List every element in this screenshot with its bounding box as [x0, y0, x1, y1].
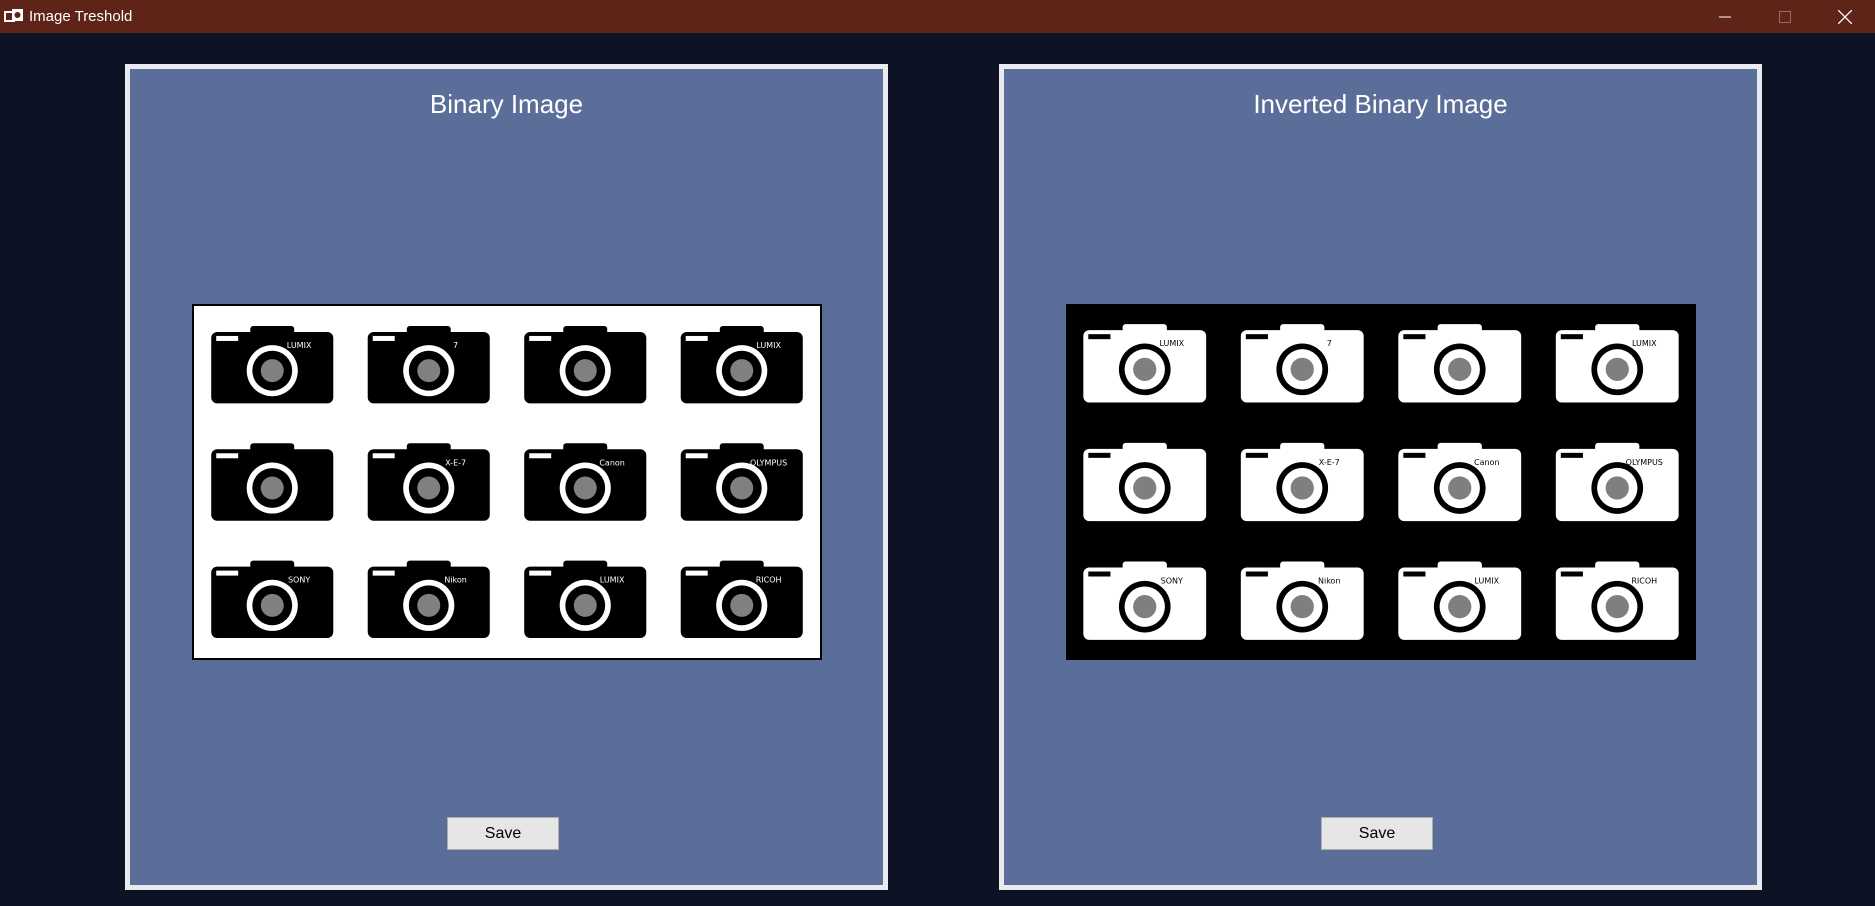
camera-thumbnail: Canon — [1398, 442, 1522, 522]
maximize-button[interactable] — [1755, 0, 1815, 33]
minimize-icon — [1719, 11, 1731, 23]
camera-brand-label: LUMIX — [756, 341, 781, 350]
camera-thumbnail: LUMIX — [680, 325, 803, 404]
camera-brand-label: OLYMPUS — [1626, 458, 1663, 467]
camera-brand-label: RICOH — [756, 576, 782, 585]
camera-thumbnail: SONY — [1083, 561, 1207, 640]
camera-thumbnail — [1398, 324, 1522, 403]
camera-thumbnail: RICOH — [680, 560, 803, 639]
camera-brand-label: 7 — [453, 341, 458, 350]
camera-thumbnail: OLYMPUS — [1555, 442, 1679, 522]
camera-thumbnail — [211, 443, 334, 521]
close-button[interactable] — [1815, 0, 1875, 33]
camera-thumbnail: RICOH — [1555, 561, 1679, 640]
camera-thumbnail — [1083, 442, 1207, 522]
window-title: Image Treshold — [29, 8, 133, 25]
camera-brand-label: Nikon — [444, 576, 467, 585]
save-binary-button[interactable]: Save — [447, 817, 559, 850]
camera-brand-label: X-E-7 — [445, 458, 466, 467]
camera-thumbnail: Canon — [524, 443, 647, 521]
camera-brand-label: Canon — [1474, 458, 1500, 467]
minimize-button[interactable] — [1695, 0, 1755, 33]
camera-brand-label: X-E-7 — [1319, 458, 1340, 467]
binary-image-canvas: LUMIX 7 LUMIX X-E-7 Canon OLYMPUS SONY Nikon LUM… — [192, 304, 822, 660]
camera-thumbnail: 7 — [367, 325, 490, 404]
camera-brand-label: Canon — [599, 458, 625, 467]
camera-brand-label: OLYMPUS — [750, 458, 787, 467]
binary-image: LUMIX 7 LUMIX X-E-7 Canon OLYMPUS SONY Nikon LUM… — [211, 325, 803, 639]
camera-thumbnail: LUMIX — [1083, 324, 1207, 403]
camera-thumbnail: LUMIX — [1555, 324, 1679, 403]
camera-brand-label: 7 — [1327, 339, 1332, 348]
camera-thumbnail: SONY — [211, 560, 334, 639]
maximize-icon — [1779, 10, 1791, 23]
camera-brand-label: SONY — [1161, 577, 1183, 586]
camera-thumbnail: LUMIX — [524, 560, 647, 639]
inverted-binary-image-panel: Inverted Binary Image LUMIX 7 LUMIX X-E-7 Ca… — [999, 64, 1762, 890]
camera-brand-label: LUMIX — [600, 576, 625, 585]
camera-brand-label: RICOH — [1631, 577, 1657, 586]
camera-brand-label: LUMIX — [1632, 339, 1657, 348]
save-inverted-button[interactable]: Save — [1321, 817, 1433, 850]
inverted-binary-image-canvas: LUMIX 7 LUMIX X-E-7 Canon OLYMPUS SONY Nikon LUM… — [1066, 304, 1696, 660]
camera-brand-label: LUMIX — [1474, 577, 1499, 586]
camera-brand-label: SONY — [288, 576, 310, 585]
binary-image-title: Binary Image — [429, 89, 584, 119]
camera-thumbnail: LUMIX — [211, 325, 334, 404]
camera-thumbnail: 7 — [1240, 324, 1364, 403]
camera-thumbnail: OLYMPUS — [680, 443, 803, 521]
image-app-icon — [4, 9, 24, 24]
close-icon — [1838, 9, 1852, 24]
inverted-binary-image-title: Inverted Binary Image — [1253, 89, 1508, 119]
camera-thumbnail: X-E-7 — [1240, 442, 1364, 522]
camera-thumbnail: Nikon — [1240, 561, 1364, 640]
camera-thumbnail: X-E-7 — [367, 443, 490, 521]
camera-thumbnail: LUMIX — [1398, 561, 1522, 640]
camera-brand-label: LUMIX — [287, 341, 312, 350]
binary-image-panel: Binary Image LUMIX 7 LUMIX X-E-7 Canon OLYMPU… — [125, 64, 888, 890]
camera-thumbnail — [524, 325, 647, 404]
camera-brand-label: LUMIX — [1159, 339, 1184, 348]
camera-thumbnail: Nikon — [367, 560, 490, 639]
camera-brand-label: Nikon — [1318, 577, 1341, 586]
title-bar: Image Treshold — [0, 0, 1875, 33]
inverted-binary-image: LUMIX 7 LUMIX X-E-7 Canon OLYMPUS SONY Nikon LUM… — [1083, 324, 1679, 640]
